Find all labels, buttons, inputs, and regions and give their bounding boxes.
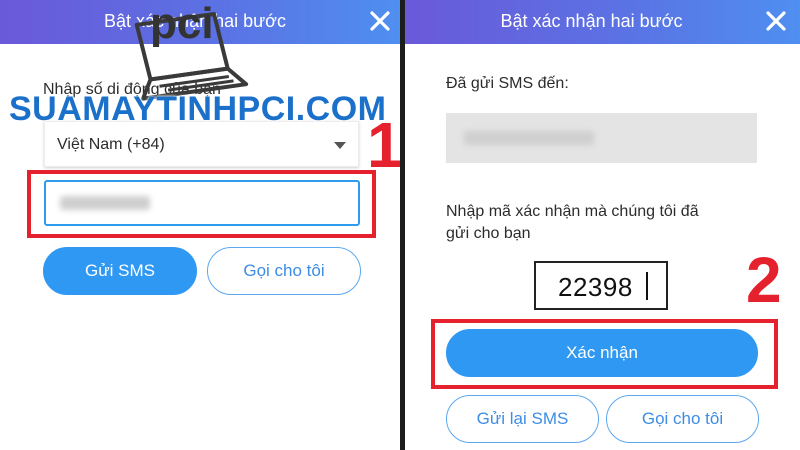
dialog-header: Bật xác nhận hai bước	[0, 0, 400, 44]
phone-number-input[interactable]	[44, 180, 360, 226]
left-dialog: Bật xác nhận hai bước Nhập số di động củ…	[0, 0, 400, 450]
close-icon[interactable]	[365, 6, 395, 36]
blurred-phone-number	[60, 196, 150, 210]
text-caret	[646, 272, 648, 300]
close-icon[interactable]	[761, 6, 791, 36]
phone-prompt-label: Nhập số di động của bạn	[43, 81, 221, 98]
country-select[interactable]: Việt Nam (+84)	[44, 121, 359, 167]
code-prompt-line-1: Nhập mã xác nhận mà chúng tôi đã	[446, 203, 699, 220]
verification-code-input[interactable]: 22398	[534, 261, 668, 310]
dialog-title: Bật xác nhận hai bước	[104, 11, 286, 31]
country-select-value: Việt Nam (+84)	[57, 136, 165, 153]
dialog-header: Bật xác nhận hai bước	[405, 0, 800, 44]
resend-sms-button[interactable]: Gửi lại SMS	[446, 395, 599, 443]
confirm-button[interactable]: Xác nhận	[446, 329, 758, 377]
sms-sent-label: Đã gửi SMS đến:	[446, 75, 569, 92]
verification-code-value: 22398	[558, 272, 633, 302]
right-dialog: Bật xác nhận hai bước Đã gửi SMS đến: Nh…	[405, 0, 800, 450]
sms-recipient-field	[446, 113, 757, 163]
code-prompt-line-2: gửi cho bạn	[446, 225, 531, 242]
call-me-button[interactable]: Gọi cho tôi	[207, 247, 361, 295]
chevron-down-icon	[334, 142, 346, 149]
step-number-2: 2	[746, 244, 782, 316]
step-number-1: 1	[367, 109, 400, 181]
call-me-button[interactable]: Gọi cho tôi	[606, 395, 759, 443]
send-sms-button[interactable]: Gửi SMS	[43, 247, 197, 295]
blurred-phone-number	[464, 131, 594, 145]
dialog-title: Bật xác nhận hai bước	[500, 11, 683, 31]
